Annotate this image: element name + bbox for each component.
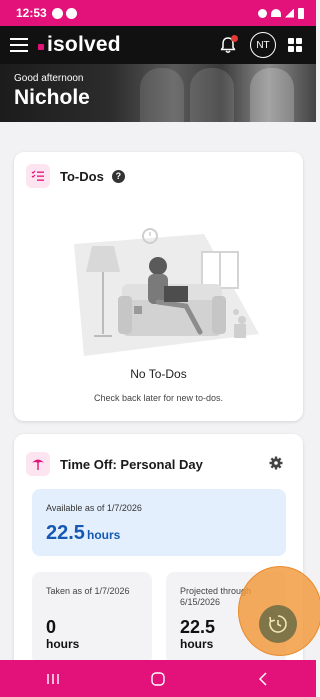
checklist-icon — [26, 164, 50, 188]
hamburger-icon[interactable] — [10, 38, 28, 52]
welcome-banner: Good afternoon Nichole — [0, 64, 316, 122]
projected-value: 22.5 — [180, 617, 216, 637]
signal-icon — [285, 8, 294, 18]
empty-state-illustration — [54, 214, 264, 356]
home-icon[interactable] — [138, 664, 178, 694]
todos-header: To-Dos ? — [26, 164, 125, 188]
taken-value: 0 — [46, 617, 57, 637]
notification-dot — [231, 35, 238, 42]
time-off-title: Time Off: Personal Day — [60, 456, 203, 472]
gear-icon[interactable] — [269, 456, 283, 470]
todos-card: To-Dos ? No To-Dos Check back later for … — [14, 152, 303, 421]
available-label: Available as of 1/7/2026 — [46, 503, 142, 513]
empty-state-title: No To-Dos — [130, 367, 187, 381]
taken-balance: Taken as of 1/7/2026 0 hours — [32, 572, 152, 664]
greeting-text: Good afternoon — [14, 73, 84, 84]
banner-photo — [250, 68, 294, 122]
wifi-icon — [271, 9, 281, 17]
help-icon[interactable]: ? — [111, 169, 125, 183]
grid-icon[interactable] — [288, 38, 302, 52]
time-off-header: Time Off: Personal Day — [26, 452, 203, 476]
empty-state-subtitle: Check back later for new to-dos. — [93, 393, 224, 403]
app-logo: isolved — [38, 33, 121, 57]
system-nav-bar — [0, 660, 316, 697]
status-bar: 12:53 — [0, 0, 316, 26]
user-name: Nichole — [14, 86, 90, 109]
sync-icon — [65, 7, 77, 19]
banner-photo — [190, 68, 234, 122]
banner-photo — [140, 68, 184, 122]
clock-refresh-icon[interactable] — [259, 605, 297, 643]
recent-apps-icon[interactable] — [33, 664, 73, 694]
app-bar-actions: NT — [218, 32, 306, 58]
projected-unit: hours — [180, 637, 214, 651]
message-icon — [51, 7, 63, 19]
taken-label: Taken as of 1/7/2026 — [46, 586, 130, 596]
status-time: 12:53 — [16, 6, 47, 20]
status-icons — [258, 7, 304, 19]
beach-umbrella-icon — [26, 452, 50, 476]
todos-title: To-Dos — [60, 168, 104, 184]
taken-unit: hours — [46, 637, 80, 651]
bell-icon[interactable] — [218, 35, 238, 55]
available-balance: Available as of 1/7/2026 22.5 hours — [32, 489, 286, 556]
alarm-icon — [258, 8, 267, 18]
available-unit: hours — [87, 528, 121, 542]
battery-icon — [298, 7, 304, 19]
logo-text: isolved — [47, 33, 121, 56]
avatar[interactable]: NT — [250, 32, 276, 58]
back-icon[interactable] — [243, 664, 283, 694]
available-value: 22.5 — [46, 522, 85, 544]
app-bar: isolved NT — [0, 26, 316, 64]
logo-dot — [38, 43, 44, 50]
